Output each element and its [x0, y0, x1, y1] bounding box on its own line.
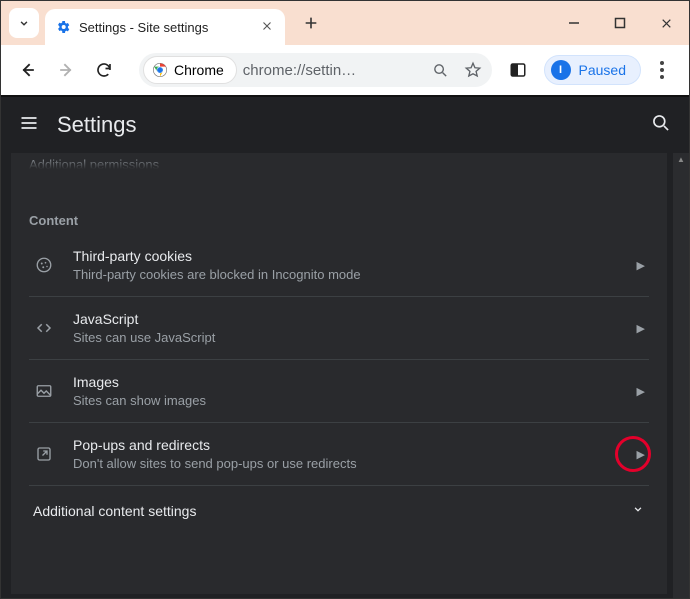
window-maximize-button[interactable]	[597, 1, 643, 45]
search-icon	[651, 113, 671, 133]
profile-chip[interactable]: I Paused	[544, 55, 641, 85]
close-icon	[261, 20, 273, 32]
zoom-icon	[432, 62, 449, 79]
row-additional-content-settings[interactable]: Additional content settings	[29, 485, 649, 535]
scrollbar[interactable]: ▲	[673, 153, 689, 598]
tab-title: Settings - Site settings	[79, 20, 251, 35]
avatar: I	[551, 60, 571, 80]
row-title: Images	[73, 374, 619, 390]
row-javascript[interactable]: JavaScript Sites can use JavaScript ▶	[29, 296, 649, 359]
image-icon	[33, 382, 55, 400]
settings-header: Settings	[1, 97, 689, 153]
code-icon	[33, 319, 55, 337]
side-panel-button[interactable]	[504, 56, 532, 84]
browser-toolbar: Chrome chrome://settin… I Paused	[1, 45, 689, 95]
chevron-right-icon: ▶	[637, 322, 645, 335]
chrome-logo-icon	[152, 62, 168, 78]
maximize-icon	[614, 17, 626, 29]
row-title: Third-party cookies	[73, 248, 619, 264]
minimize-icon	[568, 17, 580, 29]
security-chip-label: Chrome	[174, 62, 224, 78]
annotation-highlight	[615, 436, 651, 472]
section-label-content: Content	[29, 213, 649, 228]
row-subtitle: Don't allow sites to send pop-ups or use…	[73, 456, 619, 471]
close-icon	[660, 17, 673, 30]
row-title: Additional content settings	[33, 503, 196, 519]
row-images[interactable]: Images Sites can show images ▶	[29, 359, 649, 422]
tab-search-button[interactable]	[9, 8, 39, 38]
window-minimize-button[interactable]	[551, 1, 597, 45]
window-titlebar: Settings - Site settings	[1, 1, 689, 45]
nav-back-button[interactable]	[11, 53, 45, 87]
scroll-up-icon: ▲	[676, 155, 686, 164]
reload-icon	[95, 61, 113, 79]
popup-icon	[33, 445, 55, 463]
omnibox[interactable]: Chrome chrome://settin…	[139, 53, 492, 87]
chevron-down-icon	[631, 502, 645, 519]
new-tab-button[interactable]	[295, 7, 327, 39]
window-close-button[interactable]	[643, 1, 689, 45]
browser-tab[interactable]: Settings - Site settings	[45, 9, 285, 45]
side-panel-icon	[509, 61, 527, 79]
star-icon	[464, 61, 482, 79]
omnibox-url: chrome://settin…	[243, 62, 422, 79]
page-content: Settings Additional permissions Content …	[1, 95, 689, 598]
page-title: Settings	[57, 112, 651, 138]
arrow-right-icon	[56, 60, 76, 80]
nav-reload-button[interactable]	[87, 53, 121, 87]
hamburger-icon	[19, 113, 39, 133]
nav-forward-button[interactable]	[49, 53, 83, 87]
chevron-right-icon: ▶	[637, 385, 645, 398]
cookie-icon	[33, 256, 55, 274]
gear-icon	[55, 19, 71, 35]
settings-search-button[interactable]	[651, 113, 671, 138]
profile-status: Paused	[579, 62, 626, 78]
security-chip[interactable]: Chrome	[143, 56, 237, 84]
plus-icon	[303, 15, 319, 31]
window-controls	[551, 1, 689, 45]
chrome-menu-button[interactable]	[645, 61, 679, 79]
bookmark-button[interactable]	[460, 61, 486, 79]
row-third-party-cookies[interactable]: Third-party cookies Third-party cookies …	[29, 234, 649, 296]
row-title: JavaScript	[73, 311, 619, 327]
row-title: Pop-ups and redirects	[73, 437, 619, 453]
row-popups-redirects[interactable]: Pop-ups and redirects Don't allow sites …	[29, 422, 649, 485]
zoom-button[interactable]	[428, 62, 454, 79]
chevron-down-icon	[17, 16, 31, 30]
kebab-icon	[660, 61, 664, 79]
row-subtitle: Third-party cookies are blocked in Incog…	[73, 267, 619, 282]
row-subtitle: Sites can show images	[73, 393, 619, 408]
tab-close-button[interactable]	[259, 19, 275, 35]
chevron-right-icon: ▶	[637, 448, 645, 461]
row-additional-permissions[interactable]: Additional permissions	[29, 153, 649, 169]
row-subtitle: Sites can use JavaScript	[73, 330, 619, 345]
settings-panel: Additional permissions Content Third-par…	[11, 153, 667, 594]
chevron-right-icon: ▶	[637, 259, 645, 272]
settings-menu-button[interactable]	[19, 113, 39, 138]
arrow-left-icon	[18, 60, 38, 80]
